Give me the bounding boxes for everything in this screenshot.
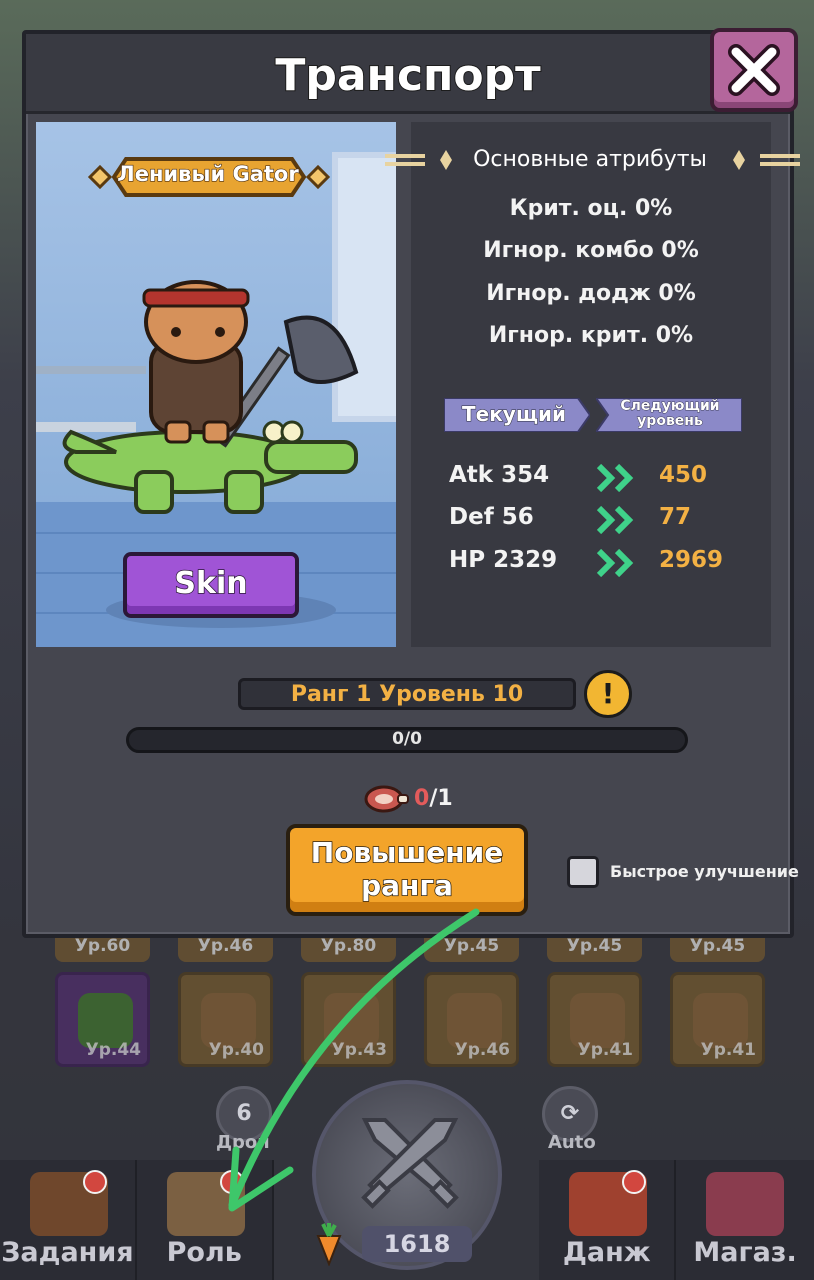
skin-button[interactable]: Skin bbox=[123, 552, 299, 618]
notification-dot bbox=[82, 1170, 107, 1194]
quick-upgrade-checkbox[interactable] bbox=[567, 856, 599, 888]
rank-up-button-label: Повышение ранга bbox=[286, 835, 528, 903]
nav-tab-label: Магаз. bbox=[693, 1237, 797, 1268]
nav-tab-role[interactable]: Роль bbox=[136, 1160, 274, 1280]
attribute-line: Игнор. додж 0% bbox=[486, 281, 696, 306]
rank-up-line1: Повышение bbox=[310, 835, 504, 870]
item-level: Ур.41 bbox=[577, 1040, 633, 1060]
equipment-slot[interactable]: Ур.41 bbox=[670, 972, 765, 1067]
nav-tab-label: Данж bbox=[562, 1237, 651, 1268]
nav-tab-dungeon[interactable]: Данж bbox=[539, 1160, 677, 1280]
equipment-slot[interactable]: Ур.41 bbox=[547, 972, 642, 1067]
modal-title: Транспорт bbox=[274, 49, 541, 102]
meat-icon bbox=[364, 785, 409, 813]
stat-row-hp: HP 2329 2969 bbox=[449, 547, 749, 579]
item-level: Ур.43 bbox=[331, 1040, 387, 1060]
close-icon bbox=[728, 44, 780, 96]
skin-button-label: Skin bbox=[174, 565, 249, 602]
item-level: Ур.44 bbox=[85, 1040, 141, 1060]
info-warning-icon[interactable]: ! bbox=[584, 670, 632, 718]
current-tab-label: Текущий bbox=[462, 402, 567, 427]
attribute-line: Игнор. крит. 0% bbox=[488, 323, 694, 348]
rank-level-text: Ранг 1 Уровень 10 bbox=[290, 682, 524, 707]
drop-label: Дроп bbox=[216, 1132, 270, 1153]
character-name: Ленивый Gator bbox=[117, 161, 300, 186]
item-level: Ур.46 bbox=[454, 1040, 510, 1060]
quick-upgrade-label: Быстрое улучшение bbox=[610, 862, 799, 881]
stat-current: Def 56 bbox=[449, 504, 534, 530]
attribute-line: Крит. оц. 0% bbox=[509, 196, 673, 221]
close-button[interactable] bbox=[710, 28, 798, 112]
equipment-slot[interactable]: Ур.44 bbox=[55, 972, 150, 1067]
equipment-slot[interactable]: Ур.46 bbox=[424, 972, 519, 1067]
carrot-count: 1618 bbox=[362, 1226, 472, 1262]
equipment-slot[interactable]: Ур.40 bbox=[178, 972, 273, 1067]
refresh-icon: ⟳ bbox=[560, 1101, 580, 1126]
stat-next: 77 bbox=[659, 504, 692, 530]
carrot-icon bbox=[316, 1223, 342, 1266]
stat-current: Atk 354 bbox=[449, 462, 550, 488]
game-screen: Ур.60 Ур.46 Ур.80 Ур.45 Ур.45 Ур.45 Ур.4… bbox=[0, 0, 814, 1280]
next-level-line1: Следующий bbox=[620, 398, 720, 414]
stat-next: 2969 bbox=[659, 547, 724, 573]
shop-icon bbox=[706, 1172, 785, 1236]
stat-row-def: Def 56 77 bbox=[449, 504, 749, 536]
notification-dot bbox=[622, 1170, 647, 1194]
stat-row-atk: Atk 354 450 bbox=[449, 462, 749, 494]
rank-up-cost: 0/1 bbox=[414, 786, 453, 811]
item-level: Ур.40 bbox=[208, 1040, 264, 1060]
nav-tab-label: Задания bbox=[1, 1237, 134, 1268]
equipment-grid: Ур.44 Ур.40 Ур.43 Ур.46 Ур.41 Ур.41 bbox=[55, 972, 765, 1067]
stat-next: 450 bbox=[659, 462, 708, 488]
double-chevron-icon bbox=[597, 549, 634, 577]
auto-label: Auto bbox=[548, 1132, 596, 1153]
attributes-header: Основные атрибуты bbox=[473, 147, 707, 172]
modal-header: Транспорт bbox=[26, 34, 790, 114]
crossed-swords-icon bbox=[361, 1118, 459, 1209]
stat-current: HP 2329 bbox=[449, 547, 558, 573]
next-level-tab-label: Следующий уровень bbox=[600, 398, 740, 429]
rank-up-line2: ранга bbox=[360, 868, 453, 903]
progress-text: 0/0 bbox=[392, 729, 422, 749]
notification-dot bbox=[219, 1170, 244, 1194]
double-chevron-icon bbox=[597, 506, 634, 534]
cost-need: /1 bbox=[429, 786, 453, 811]
item-level: Ур.41 bbox=[700, 1040, 756, 1060]
next-level-line2: уровень bbox=[637, 413, 703, 429]
double-chevron-icon bbox=[597, 464, 634, 492]
nav-tab-label: Роль bbox=[166, 1237, 242, 1268]
nav-tab-tasks[interactable]: Задания bbox=[0, 1160, 137, 1280]
attribute-line: Игнор. комбо 0% bbox=[483, 238, 699, 263]
nav-tab-shop[interactable]: Магаз. bbox=[676, 1160, 814, 1280]
equipment-slot[interactable]: Ур.43 bbox=[301, 972, 396, 1067]
cost-have: 0 bbox=[414, 786, 430, 811]
